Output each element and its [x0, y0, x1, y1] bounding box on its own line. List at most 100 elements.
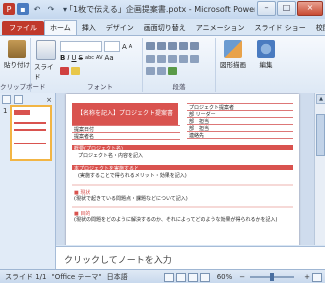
pane-header: ×: [2, 95, 52, 104]
window-title: 「1枚で伝える」企画提案書.potx - Microsoft PowerPoin…: [65, 5, 255, 14]
font-group: A A B I U S abc AV Aa フォント: [58, 38, 143, 92]
maximize-button[interactable]: □: [277, 1, 296, 16]
section3-text[interactable]: (現状で起きている問題点・課題などについて記入): [74, 195, 188, 202]
slide-edit-area: 【名称を記入】プロジェクト提案書 プロジェクト提案者 部 リーダー 部 担当 部…: [56, 93, 315, 245]
tab-home[interactable]: ホーム: [44, 20, 77, 35]
align-center-icon[interactable]: [157, 55, 166, 63]
slides-group: スライド: [31, 38, 57, 92]
shapes-button[interactable]: 図形描画: [220, 40, 246, 69]
zoom-in-button[interactable]: +: [304, 273, 310, 281]
tab-transitions[interactable]: 画面切り替え: [139, 21, 191, 35]
section1-text[interactable]: プロジェクト名・内容を記入: [78, 152, 143, 159]
window-controls: – □ ×: [257, 1, 323, 16]
scroll-thumb[interactable]: [316, 114, 325, 156]
font-row-3: [60, 67, 80, 75]
font-name-box[interactable]: [60, 41, 102, 52]
paragraph-group: 段落: [143, 38, 216, 92]
right-grid-5: [187, 138, 293, 139]
paragraph-row-2: [146, 55, 199, 63]
smartart-icon[interactable]: [168, 67, 177, 75]
paste-label: 貼り付け: [4, 61, 30, 69]
left-grid-3: [72, 139, 180, 140]
zoom-slider[interactable]: [250, 273, 295, 281]
zoom-slider-knob[interactable]: [270, 273, 275, 281]
thumb-title-band: [14, 110, 30, 115]
shapes-label: 図形描画: [220, 61, 246, 69]
bullets-icon[interactable]: [146, 42, 155, 50]
align-text-icon[interactable]: [157, 67, 166, 75]
clipboard-group: 貼り付け クリップボード: [0, 38, 46, 92]
char-spacing-button[interactable]: AV: [96, 55, 103, 61]
vertical-scrollbar[interactable]: ▲: [314, 93, 325, 245]
font-color-icon[interactable]: [60, 67, 69, 75]
reading-view-icon[interactable]: [187, 272, 198, 282]
bold-button[interactable]: B: [60, 54, 65, 62]
fit-to-window-icon[interactable]: [312, 272, 322, 282]
section2-text[interactable]: (実施することで得られるメリット・効果を記入): [78, 172, 187, 179]
tab-slideshow[interactable]: スライド ショー: [250, 21, 311, 35]
section3-rule: [72, 184, 293, 186]
align-left-icon[interactable]: [146, 55, 155, 63]
zoom-level[interactable]: 60%: [217, 273, 233, 281]
justify-icon[interactable]: [179, 55, 188, 63]
outline-tab-icon[interactable]: [14, 95, 23, 104]
abc-button[interactable]: abc: [85, 55, 94, 61]
find-icon: [257, 40, 275, 58]
new-slide-button[interactable]: スライド: [34, 40, 57, 81]
font-row-1: A A: [60, 41, 132, 52]
italic-button[interactable]: I: [67, 54, 69, 62]
slide-label: スライド: [34, 63, 54, 81]
numbering-icon[interactable]: [157, 42, 166, 50]
close-button[interactable]: ×: [297, 1, 323, 16]
undo-icon[interactable]: ↶: [31, 3, 43, 15]
pane-close-icon[interactable]: ×: [46, 96, 52, 104]
shrink-font-button[interactable]: A: [129, 44, 132, 50]
paste-button[interactable]: 貼り付け: [4, 40, 30, 69]
section4-text[interactable]: (現状の問題をどのように解決するのか、それによってどのような効果が得られるかを記…: [74, 216, 294, 223]
quick-access-toolbar: P ▪ ↶ ↷ ▾: [3, 3, 71, 15]
font-size-box[interactable]: [104, 41, 120, 52]
text-direction-icon[interactable]: [146, 67, 155, 75]
slide-title[interactable]: 【名称を記入】プロジェクト提案書: [72, 103, 178, 125]
slide-thumbnail[interactable]: [10, 105, 52, 161]
slide-sorter-icon[interactable]: [175, 272, 186, 282]
columns-icon[interactable]: [190, 42, 199, 50]
line-spacing-icon[interactable]: [190, 55, 199, 63]
indent-icon[interactable]: [168, 42, 177, 50]
slides-pane: × 1: [0, 93, 56, 269]
section2-title: 本プロジェクトを実施すると: [74, 166, 140, 172]
strikethrough-button[interactable]: S: [79, 54, 83, 62]
tab-insert[interactable]: 挿入: [77, 21, 101, 35]
notes-pane[interactable]: クリックしてノートを入力: [56, 246, 325, 270]
slideshow-view-icon[interactable]: [199, 272, 210, 282]
change-case-button[interactable]: Aa: [105, 54, 114, 62]
highlight-icon[interactable]: [71, 67, 80, 75]
ribbon: 貼り付け クリップボード スライド A A B I U S abc AV Aa …: [0, 35, 325, 95]
slide-canvas[interactable]: 【名称を記入】プロジェクト提案書 プロジェクト提案者 部 リーダー 部 担当 部…: [66, 94, 299, 245]
powerpoint-window: P ▪ ↶ ↷ ▾ 「1枚で伝える」企画提案書.potx - Microsoft…: [0, 0, 325, 283]
redo-icon[interactable]: ↷: [45, 3, 57, 15]
underline-button[interactable]: U: [71, 54, 76, 62]
outdent-icon[interactable]: [179, 42, 188, 50]
title-bar: P ▪ ↶ ↷ ▾ 「1枚で伝える」企画提案書.potx - Microsoft…: [0, 0, 325, 19]
normal-view-icon[interactable]: [163, 272, 174, 282]
powerpoint-app-icon[interactable]: P: [3, 3, 15, 15]
grow-font-button[interactable]: A: [122, 43, 127, 51]
align-right-icon[interactable]: [168, 55, 177, 63]
clipboard-icon: [8, 40, 26, 58]
scroll-up-button[interactable]: ▲: [316, 94, 325, 104]
language-indicator[interactable]: 日本語: [107, 272, 128, 282]
tab-design[interactable]: デザイン: [101, 21, 139, 35]
notes-placeholder[interactable]: クリックしてノートを入力: [64, 253, 172, 266]
editing-group: 編集: [253, 38, 279, 92]
thumb-band-2: [14, 129, 46, 131]
save-icon[interactable]: ▪: [17, 3, 29, 15]
thumb-band-3: [14, 143, 46, 144]
tab-file[interactable]: ファイル: [2, 21, 44, 35]
minimize-button[interactable]: –: [257, 1, 276, 16]
edit-button[interactable]: 編集: [257, 40, 275, 69]
zoom-out-button[interactable]: −: [239, 273, 245, 281]
tab-review[interactable]: 校閲: [311, 21, 325, 35]
slides-tab-icon[interactable]: [2, 95, 11, 104]
tab-animations[interactable]: アニメーション: [191, 21, 250, 35]
